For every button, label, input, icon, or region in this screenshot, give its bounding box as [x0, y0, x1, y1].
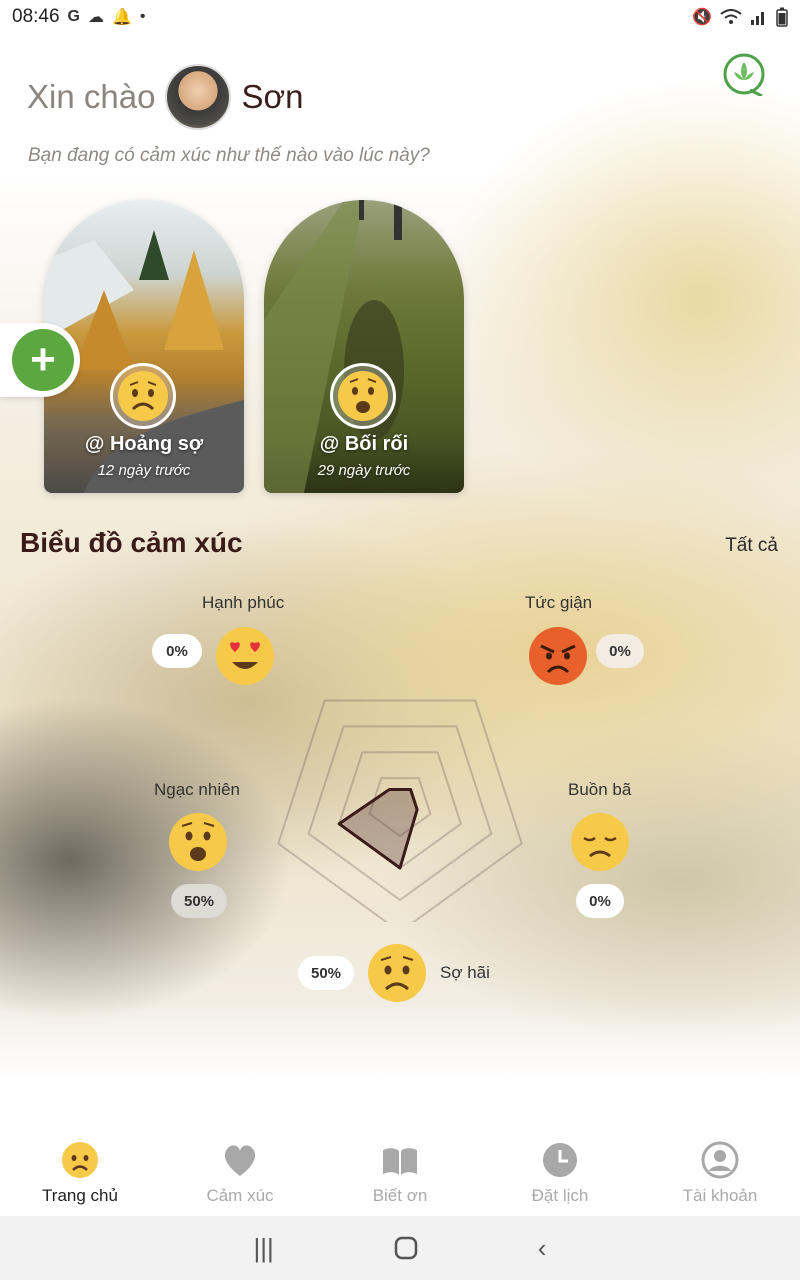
add-mood-button[interactable]: +: [12, 329, 74, 391]
pct-sad: 0%: [576, 884, 624, 918]
nav-label: Tài khoản: [682, 1186, 758, 1205]
google-icon: G: [67, 8, 80, 25]
status-time: 08:46: [12, 6, 60, 27]
worried-face-icon[interactable]: [367, 943, 427, 1003]
clock-icon: [543, 1143, 577, 1177]
bell-icon: 🔔: [112, 9, 132, 26]
worried-face-icon: [62, 1142, 98, 1178]
recent-apps-icon[interactable]: |||: [254, 1233, 274, 1264]
battery-icon: [776, 7, 788, 27]
nav-item-emotions[interactable]: Cảm xúc: [160, 1128, 320, 1216]
mood-card-time: 12 ngày trước: [97, 462, 191, 479]
bottom-nav: Trang chủ Cảm xúc Biết ơn Đặt lịch Tài k…: [0, 1128, 800, 1216]
greeting-text: Xin chào: [27, 78, 156, 115]
mood-card-time: 29 ngày trước: [317, 462, 411, 479]
system-nav-bar: ||| ‹: [0, 1216, 800, 1280]
wifi-icon: [720, 9, 742, 24]
axis-label-happy: Hạnh phúc: [202, 593, 285, 612]
pct-happy: 0%: [152, 634, 202, 668]
nav-label: Đặt lịch: [531, 1186, 589, 1205]
chart-title: Biểu đồ cảm xúc: [20, 527, 243, 558]
mute-icon: 🔇: [692, 9, 712, 26]
back-icon[interactable]: ‹: [538, 1233, 547, 1264]
pct-angry: 0%: [596, 634, 644, 668]
mood-card[interactable]: @ Bối rối 29 ngày trước: [264, 200, 464, 493]
cloud-icon: ☁: [88, 9, 104, 26]
worried-face-icon: [110, 363, 176, 429]
lotus-logo-icon[interactable]: [722, 52, 766, 96]
user-name: Sơn: [241, 78, 304, 115]
status-bar: 08:46 G ☁ 🔔 • 🔇: [0, 0, 800, 34]
background: [0, 0, 800, 1280]
heart-icon: [224, 1145, 256, 1176]
nav-label: Cảm xúc: [206, 1186, 274, 1205]
nav-item-gratitude[interactable]: Biết ơn: [320, 1128, 480, 1216]
avatar[interactable]: [165, 64, 232, 130]
astonished-face-icon[interactable]: [168, 812, 228, 872]
mood-card-tag: @ Bối rối: [319, 433, 409, 455]
pct-surprised: 50%: [171, 884, 227, 918]
nav-label: Biết ơn: [372, 1186, 428, 1205]
emotion-radar-chart: [277, 699, 523, 922]
dot-icon: •: [139, 8, 146, 25]
heart-eyes-face-icon[interactable]: [215, 626, 275, 686]
see-all-link[interactable]: Tất cả: [725, 535, 778, 557]
nav-label: Trang chủ: [42, 1186, 118, 1205]
home-icon[interactable]: [394, 1236, 418, 1260]
mood-card-tag: @ Hoảng sợ: [84, 433, 204, 455]
axis-label-surprised: Ngạc nhiên: [154, 780, 241, 799]
greeting-row: Xin chào Sơn: [27, 62, 303, 132]
angry-face-icon[interactable]: [528, 626, 588, 686]
astonished-face-icon: [330, 363, 396, 429]
sad-face-icon[interactable]: [570, 812, 630, 872]
mood-prompt: Bạn đang có cảm xúc như thế nào vào lúc …: [28, 145, 430, 166]
axis-label-sad: Buồn bã: [568, 780, 632, 799]
nav-item-schedule[interactable]: Đặt lịch: [480, 1128, 640, 1216]
plus-icon: +: [30, 335, 56, 384]
axis-label-angry: Tức giận: [525, 593, 593, 612]
axis-label-fear: Sợ hãi: [440, 963, 490, 982]
nav-item-account[interactable]: Tài khoản: [640, 1128, 800, 1216]
book-icon: [383, 1148, 417, 1175]
user-icon: [701, 1141, 739, 1179]
nav-item-home[interactable]: Trang chủ: [0, 1128, 160, 1216]
radar-data-area: [337, 787, 419, 870]
pct-fear: 50%: [298, 956, 354, 990]
signal-icon: [751, 12, 764, 25]
